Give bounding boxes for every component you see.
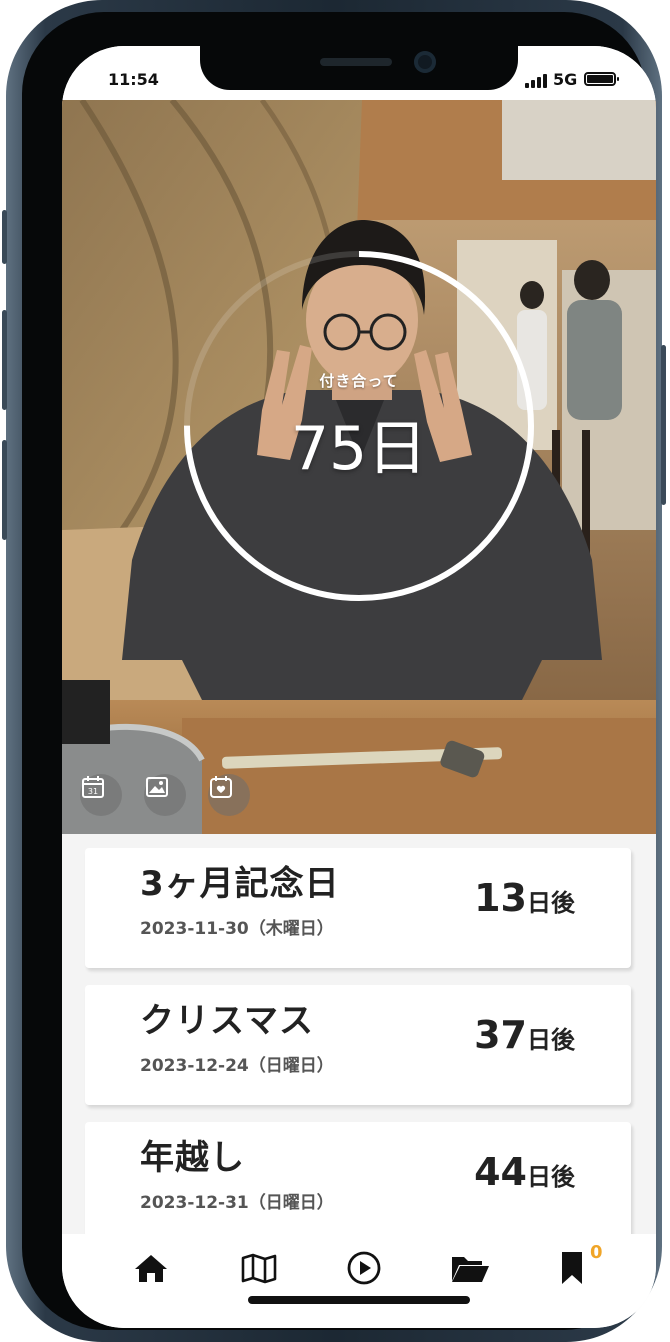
nav-home[interactable] <box>129 1248 173 1288</box>
speaker <box>320 58 392 66</box>
status-bar: 11:54 5G <box>62 46 656 100</box>
status-time: 11:54 <box>108 70 159 89</box>
map-icon <box>241 1253 277 1284</box>
bookmark-badge: 0 <box>590 1242 603 1263</box>
home-indicator <box>248 1296 470 1304</box>
countdown-unit: 日後 <box>527 1026 575 1054</box>
signal-icon <box>525 74 547 88</box>
volume-down-button <box>2 440 7 540</box>
event-countdown: 13日後 <box>474 876 575 920</box>
nav-map[interactable] <box>237 1248 281 1288</box>
event-date: 2023-12-24（日曜日） <box>140 1056 334 1076</box>
home-icon <box>135 1255 167 1282</box>
calendar-icon-text: 31 <box>88 787 98 796</box>
phone-frame: 11:54 5G 付き合って 75日 31 3ヶ月記念日 2023-11-30（… <box>2 0 666 1342</box>
calendar-icon: 31 <box>82 776 104 798</box>
event-title: クリスマス <box>140 1001 314 1041</box>
event-card[interactable]: 3ヶ月記念日 2023-11-30（木曜日） 13日後 <box>85 848 631 968</box>
countdown-unit: 日後 <box>527 1163 575 1191</box>
mute-switch <box>2 210 7 264</box>
network-label: 5G <box>553 70 578 89</box>
event-date: 2023-12-31（日曜日） <box>140 1193 334 1213</box>
nav-play[interactable] <box>342 1248 386 1288</box>
event-card[interactable]: 年越し 2023-12-31（日曜日） 44日後 <box>85 1122 631 1234</box>
event-countdown: 44日後 <box>474 1150 575 1194</box>
power-button <box>661 345 666 505</box>
anniversary-icon <box>210 776 232 798</box>
days-counter: 75日 <box>62 400 656 487</box>
event-list: 3ヶ月記念日 2023-11-30（木曜日） 13日後 クリスマス 2023-1… <box>62 834 656 1234</box>
nav-bookmark[interactable] <box>550 1248 594 1288</box>
folder-icon <box>452 1257 489 1282</box>
countdown-number: 13 <box>474 876 527 920</box>
event-date: 2023-11-30（木曜日） <box>140 919 334 939</box>
change-photo-button[interactable] <box>144 774 186 816</box>
volume-up-button <box>2 310 7 410</box>
screen: 11:54 5G 付き合って 75日 31 3ヶ月記念日 2023-11-30（… <box>62 46 656 1328</box>
event-title: 年越し <box>140 1138 245 1178</box>
together-caption: 付き合って <box>319 372 399 390</box>
bottom-nav: 0 <box>62 1234 656 1328</box>
anniversary-button[interactable] <box>208 774 250 816</box>
countdown-unit: 日後 <box>527 889 575 917</box>
event-card[interactable]: クリスマス 2023-12-24（日曜日） 37日後 <box>85 985 631 1105</box>
countdown-number: 37 <box>474 1013 527 1057</box>
battery-icon <box>584 72 619 86</box>
image-icon <box>146 777 168 797</box>
countdown-number: 44 <box>474 1150 527 1194</box>
front-camera <box>414 51 436 73</box>
bezel: 11:54 5G 付き合って 75日 31 3ヶ月記念日 2023-11-30（… <box>22 12 656 1330</box>
notch <box>200 46 518 90</box>
event-title: 3ヶ月記念日 <box>140 864 340 904</box>
days-unit: 日 <box>367 414 428 484</box>
calendar-button[interactable]: 31 <box>80 774 122 816</box>
bookmark-icon <box>562 1252 582 1284</box>
days-value: 75 <box>290 414 368 484</box>
event-countdown: 37日後 <box>474 1013 575 1057</box>
nav-folder[interactable] <box>448 1248 492 1288</box>
couple-photo[interactable]: 付き合って 75日 31 <box>62 100 656 834</box>
play-icon <box>347 1251 381 1285</box>
